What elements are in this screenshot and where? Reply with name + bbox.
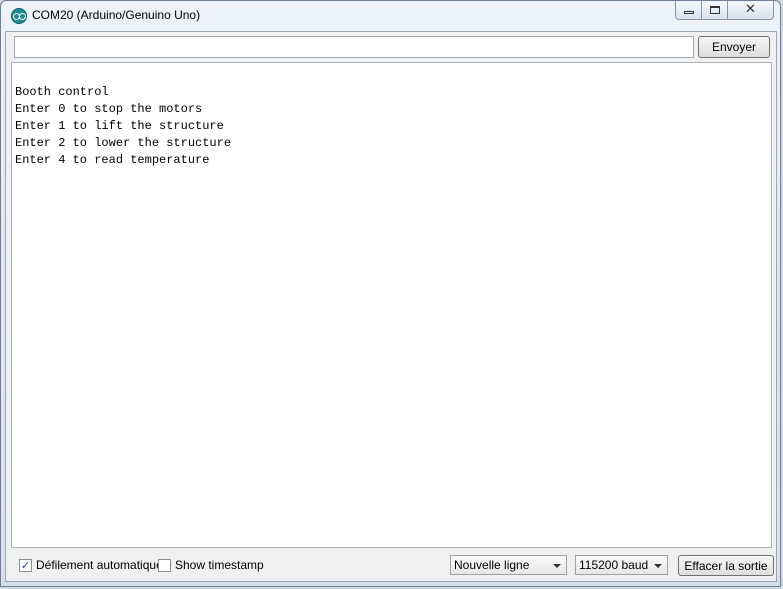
close-button[interactable]: ✕ xyxy=(728,1,774,20)
chevron-down-icon xyxy=(553,564,561,568)
output-line: Enter 4 to read temperature xyxy=(15,153,210,167)
autoscroll-option[interactable]: ✓ Défilement automatique xyxy=(19,558,163,572)
timestamp-option[interactable]: Show timestamp xyxy=(158,558,264,572)
autoscroll-label: Défilement automatique xyxy=(36,558,163,572)
line-ending-select[interactable]: Nouvelle ligne xyxy=(450,555,567,575)
window-title: COM20 (Arduino/Genuino Uno) xyxy=(32,8,201,22)
chevron-down-icon xyxy=(654,564,662,568)
baud-rate-select[interactable]: 115200 baud xyxy=(575,555,668,575)
maximize-icon xyxy=(710,6,720,14)
output-line: Booth control xyxy=(15,85,109,99)
serial-output[interactable]: Booth control Enter 0 to stop the motors… xyxy=(11,62,772,548)
timestamp-checkbox[interactable] xyxy=(158,558,171,572)
autoscroll-checkbox[interactable]: ✓ xyxy=(19,558,32,572)
line-ending-value: Nouvelle ligne xyxy=(454,558,530,572)
serial-monitor-body: Envoyer Booth control Enter 0 to stop th… xyxy=(5,31,777,582)
clear-output-button[interactable]: Effacer la sortie xyxy=(678,555,774,576)
close-icon: ✕ xyxy=(745,2,756,17)
timestamp-label: Show timestamp xyxy=(175,558,264,572)
maximize-button[interactable] xyxy=(702,1,728,20)
send-input[interactable] xyxy=(14,36,694,58)
minimize-button[interactable] xyxy=(675,1,702,20)
output-line: Enter 2 to lower the structure xyxy=(15,136,232,150)
serial-monitor-window: COM20 (Arduino/Genuino Uno) ✕ Envoyer Bo… xyxy=(0,0,781,587)
output-line: Enter 1 to lift the structure xyxy=(15,119,224,133)
minimize-icon xyxy=(684,11,694,14)
title-bar[interactable]: COM20 (Arduino/Genuino Uno) ✕ xyxy=(1,1,780,31)
arduino-logo-icon xyxy=(11,8,27,24)
bottom-bar: ✓ Défilement automatique Show timestamp … xyxy=(6,552,776,580)
output-line: Enter 0 to stop the motors xyxy=(15,102,203,116)
window-controls: ✕ xyxy=(675,1,774,21)
baud-rate-value: 115200 baud xyxy=(579,558,649,572)
send-button[interactable]: Envoyer xyxy=(698,36,770,58)
